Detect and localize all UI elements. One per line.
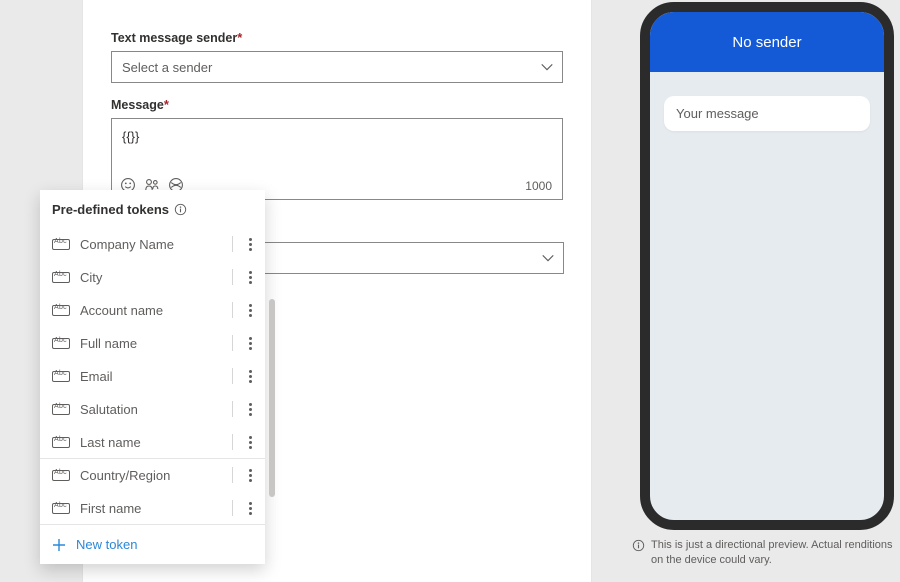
text-field-icon [52,305,70,316]
sender-select-placeholder: Select a sender [122,60,212,75]
message-bubble: Your message [664,96,870,131]
token-item-last-name[interactable]: Last name [40,425,265,458]
sender-label-text: Text message sender [111,31,237,45]
divider [232,368,233,384]
text-field-icon [52,239,70,250]
new-token-label: New token [76,537,137,552]
token-item-full-name[interactable]: Full name [40,326,265,359]
more-menu-icon[interactable] [239,398,261,420]
token-item-email[interactable]: Email [40,359,265,392]
preview-footnote: This is just a directional preview. Actu… [632,538,900,568]
info-icon[interactable] [174,203,187,216]
more-menu-icon[interactable] [239,332,261,354]
divider [232,434,233,450]
required-asterisk: * [164,97,169,112]
divider [232,500,233,516]
inserted-token-placeholder[interactable]: {{}} [122,129,139,144]
preview-footnote-text: This is just a directional preview. Actu… [651,538,900,568]
token-item-account-name[interactable]: Account name [40,293,265,326]
token-item-label: Last name [80,435,226,450]
token-item-label: Country/Region [80,468,226,483]
more-menu-icon[interactable] [239,233,261,255]
tokens-popup-title: Pre-defined tokens [52,202,169,217]
new-token-button[interactable]: New token [40,524,265,564]
token-item-label: Salutation [80,402,226,417]
token-item-label: Email [80,369,226,384]
message-bubble-text: Your message [676,106,759,121]
required-asterisk: * [237,30,242,45]
more-menu-icon[interactable] [239,299,261,321]
token-item-label: First name [80,501,226,516]
token-item-label: Account name [80,303,226,318]
chevron-down-icon [540,60,554,74]
divider [232,467,233,483]
token-item-label: Full name [80,336,226,351]
token-item-label: City [80,270,226,285]
divider [232,335,233,351]
message-label: Message* [111,97,563,112]
message-label-text: Message [111,98,164,112]
more-menu-icon[interactable] [239,464,261,486]
text-field-icon [52,272,70,283]
tokens-popup-header: Pre-defined tokens [40,190,265,227]
phone-preview-header: No sender [650,12,884,72]
char-count: 1000 [525,179,552,193]
chevron-down-icon [541,251,555,265]
plus-icon [52,538,66,552]
more-menu-icon[interactable] [239,431,261,453]
token-item-label: Company Name [80,237,226,252]
text-field-icon [52,503,70,514]
sender-field: Text message sender* Select a sender [111,30,563,83]
token-item-company-name[interactable]: Company Name [40,227,265,260]
divider [232,236,233,252]
token-item-salutation[interactable]: Salutation [40,392,265,425]
token-item-country-region[interactable]: Country/Region [40,458,265,491]
text-field-icon [52,371,70,382]
token-item-city[interactable]: City [40,260,265,293]
text-field-icon [52,338,70,349]
phone-preview: No sender Your message [640,2,894,530]
scrollbar[interactable] [269,299,275,507]
text-field-icon [52,404,70,415]
scrollbar-thumb[interactable] [269,299,275,497]
info-icon [632,539,645,552]
token-item-first-name[interactable]: First name [40,491,265,524]
divider [232,269,233,285]
phone-sender-text: No sender [732,34,801,51]
designer-canvas: Text message sender* Select a sender Mes… [0,0,900,582]
more-menu-icon[interactable] [239,365,261,387]
token-list: Company Name City Account name Full name [40,227,265,524]
sender-select[interactable]: Select a sender [111,51,563,83]
divider [232,401,233,417]
message-field: Message* {{}} 1000 [111,97,563,200]
more-menu-icon[interactable] [239,266,261,288]
text-field-icon [52,470,70,481]
tokens-popup: Pre-defined tokens Company Name City Acc… [40,190,265,564]
text-field-icon [52,437,70,448]
message-input[interactable]: {{}} 1000 [111,118,563,200]
more-menu-icon[interactable] [239,497,261,519]
sender-label: Text message sender* [111,30,563,45]
divider [232,302,233,318]
